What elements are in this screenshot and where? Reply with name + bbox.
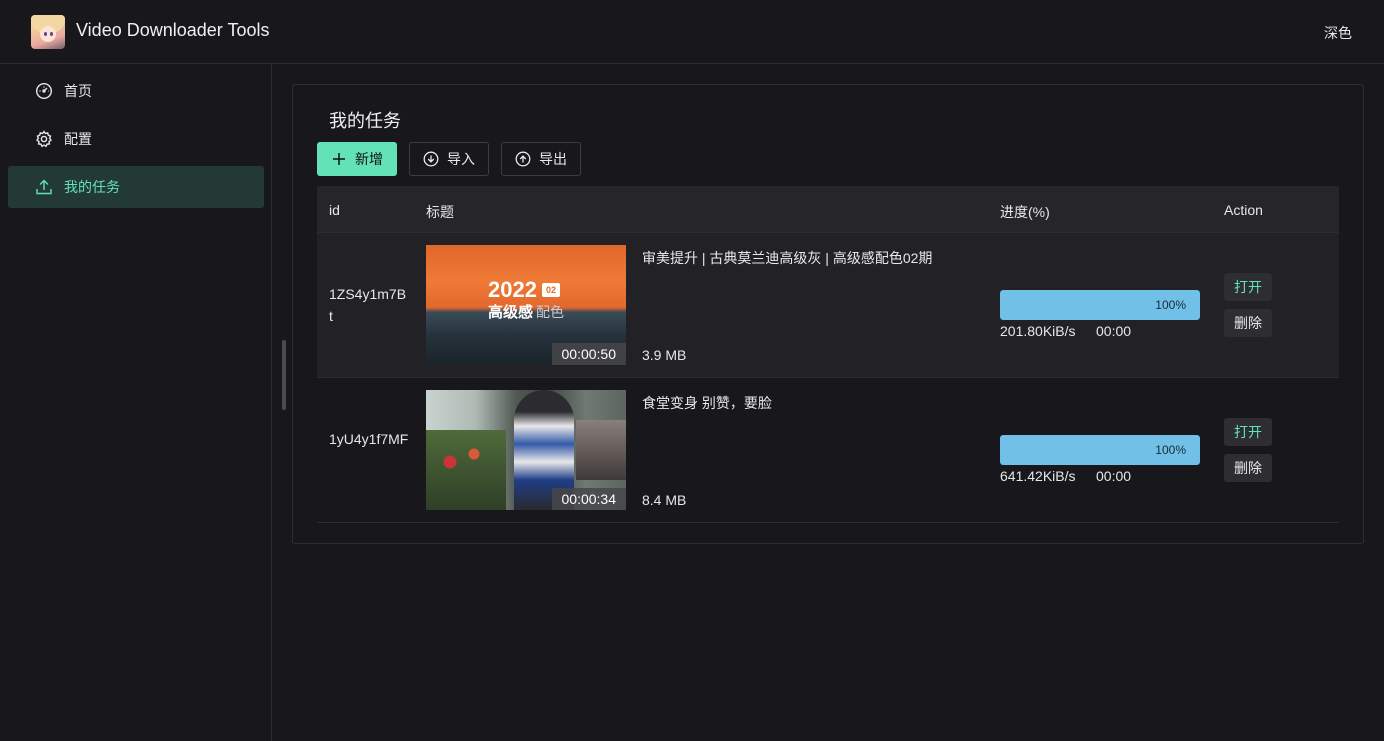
open-button[interactable]: 打开 xyxy=(1224,418,1272,446)
table-row: 1yU4y1f7MF 00:00:34 食堂变身 别赞，要脸 8.4 MB 10… xyxy=(317,378,1339,523)
delete-button[interactable]: 删除 xyxy=(1224,454,1272,482)
thumbnail-badge: 02 xyxy=(542,283,560,297)
progress-fill: 100% xyxy=(1000,290,1200,320)
gear-icon xyxy=(34,129,54,149)
sidebar-item-label: 首页 xyxy=(64,83,92,99)
sidebar-item-label: 我的任务 xyxy=(64,179,120,195)
download-speed: 201.80KiB/s xyxy=(1000,323,1076,339)
download-circle-icon xyxy=(423,151,439,167)
progress-fill: 100% xyxy=(1000,435,1200,465)
video-size: 3.9 MB xyxy=(642,347,687,363)
sidebar-item-config[interactable]: 配置 xyxy=(8,118,264,160)
import-label: 导入 xyxy=(447,151,475,167)
delete-button[interactable]: 删除 xyxy=(1224,309,1272,337)
plus-icon xyxy=(331,151,347,167)
column-header-progress: 进度(%) xyxy=(1000,204,1050,220)
column-header-title: 标题 xyxy=(426,204,454,220)
tasks-card: 我的任务 新增 导入 导出 id 标题 进度(%) Action 1ZS4y1m… xyxy=(292,84,1364,544)
tasks-table: id 标题 进度(%) Action 1ZS4y1m7Bt 2022 02 高级… xyxy=(317,186,1339,523)
thumbnail-subtitle-text-2: 配色 xyxy=(536,304,564,320)
sidebar-resize-handle[interactable] xyxy=(282,340,286,410)
download-eta: 00:00 xyxy=(1096,468,1132,484)
app-header: Video Downloader Tools 深色 xyxy=(0,0,1384,64)
add-task-label: 新增 xyxy=(355,151,383,167)
add-task-button[interactable]: 新增 xyxy=(317,142,397,176)
export-button[interactable]: 导出 xyxy=(501,142,581,176)
task-id: 1yU4y1f7MF xyxy=(329,431,409,447)
export-label: 导出 xyxy=(539,151,567,167)
video-title: 审美提升 | 古典莫兰迪高级灰 | 高级感配色02期 xyxy=(642,250,933,266)
thumbnail-year-text: 2022 xyxy=(488,277,537,302)
sidebar-item-my-tasks[interactable]: 我的任务 xyxy=(8,166,264,208)
video-size: 8.4 MB xyxy=(642,492,687,508)
video-title: 食堂变身 别赞，要脸 xyxy=(642,395,772,411)
open-button[interactable]: 打开 xyxy=(1224,273,1272,301)
app-logo xyxy=(31,15,65,49)
download-speed: 641.42KiB/s xyxy=(1000,468,1076,484)
task-id: 1ZS4y1m7Bt xyxy=(329,286,407,324)
progress-percent: 100% xyxy=(1155,298,1186,312)
thumbnail-subtitle-text: 高级感 xyxy=(488,304,534,321)
video-thumbnail[interactable]: 2022 02 高级感 配色 00:00:50 xyxy=(426,245,626,365)
upload-icon xyxy=(34,177,54,197)
sidebar: 首页 配置 我的任务 xyxy=(0,64,272,741)
progress-bar: 100% xyxy=(1000,290,1200,320)
column-header-id: id xyxy=(329,202,340,218)
column-header-action: Action xyxy=(1224,202,1263,218)
app-title: Video Downloader Tools xyxy=(76,20,270,40)
sidebar-item-label: 配置 xyxy=(64,131,92,147)
theme-toggle-button[interactable]: 深色 xyxy=(1324,23,1352,43)
sidebar-item-home[interactable]: 首页 xyxy=(8,70,264,112)
table-row: 1ZS4y1m7Bt 2022 02 高级感 配色 00:00:50 审美提升 … xyxy=(317,233,1339,378)
progress-bar: 100% xyxy=(1000,435,1200,465)
download-eta: 00:00 xyxy=(1096,323,1132,339)
import-button[interactable]: 导入 xyxy=(409,142,489,176)
dashboard-icon xyxy=(34,81,54,101)
progress-percent: 100% xyxy=(1155,443,1186,457)
upload-circle-icon xyxy=(515,151,531,167)
video-duration: 00:00:50 xyxy=(551,343,626,365)
video-thumbnail[interactable]: 00:00:34 xyxy=(426,390,626,510)
page-title: 我的任务 xyxy=(329,111,401,131)
video-duration: 00:00:34 xyxy=(551,488,626,510)
table-header: id 标题 进度(%) Action xyxy=(317,186,1339,233)
